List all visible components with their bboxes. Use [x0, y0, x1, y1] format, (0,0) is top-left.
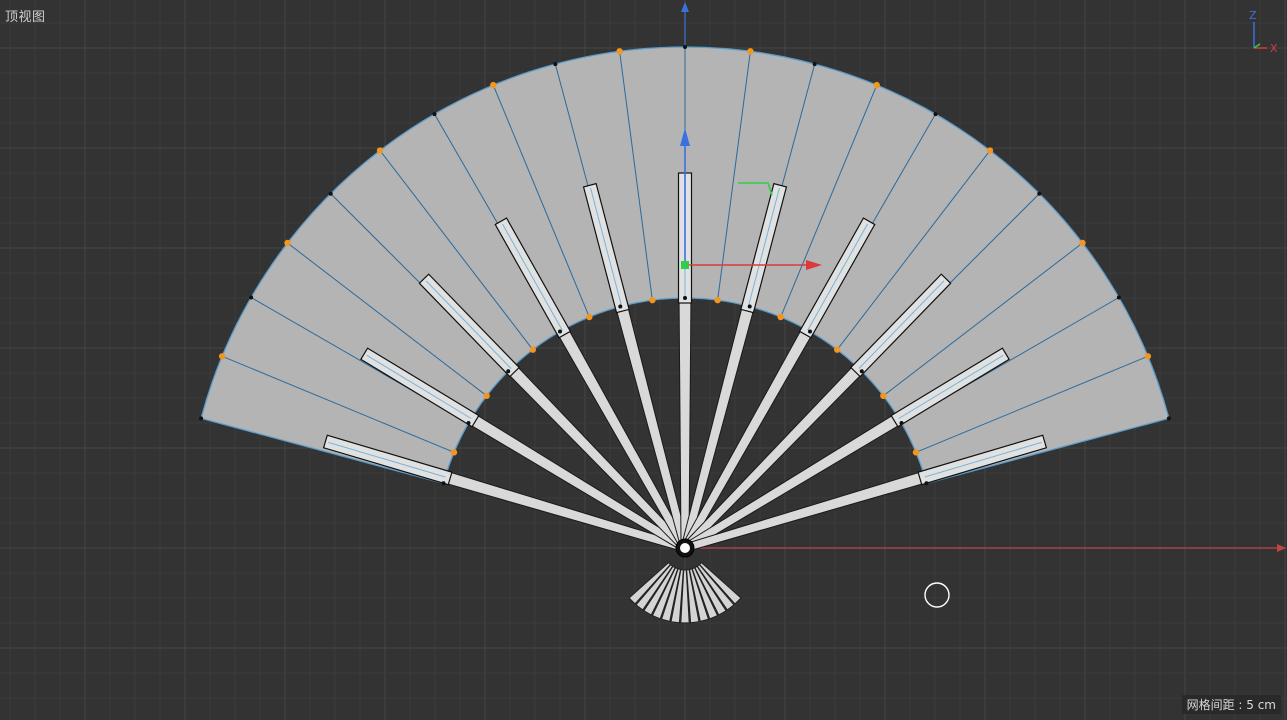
mesh-point: [558, 329, 562, 334]
mesh-point: [924, 481, 929, 486]
rib-stick: [678, 292, 692, 544]
mesh-point: [249, 295, 254, 300]
mesh-point: [618, 304, 623, 309]
mesh-point: [859, 369, 864, 374]
mesh-point: [529, 346, 537, 353]
mesh-point: [747, 48, 754, 55]
mesh-point: [880, 392, 887, 400]
mesh-point: [466, 421, 471, 425]
gizmo-z-label: Z: [1249, 9, 1257, 22]
world-z-axis-arrow: [681, 2, 689, 12]
mesh-point: [1116, 295, 1121, 300]
mesh-point: [490, 81, 497, 89]
grid-spacing-readout: 网格间距 : 5 cm: [1181, 695, 1281, 714]
mesh-point: [683, 296, 687, 300]
mesh-point: [808, 329, 812, 334]
mesh-point: [1144, 353, 1152, 360]
mouse-cursor-circle: [924, 582, 950, 608]
mesh-point: [1166, 416, 1171, 421]
manipulator-center: [681, 261, 689, 269]
top-viewport[interactable]: 顶视图 Z X 网格间距 : 5 cm: [0, 0, 1287, 720]
mesh-point: [616, 48, 623, 55]
mesh-point: [284, 239, 291, 247]
mesh-point: [506, 369, 511, 374]
mesh-point: [441, 481, 446, 486]
mesh-point: [1079, 239, 1086, 247]
mesh-point: [986, 147, 994, 154]
mesh-point: [812, 62, 817, 67]
mesh-point: [328, 191, 333, 196]
viewport-canvas[interactable]: [0, 0, 1287, 720]
mesh-point: [218, 353, 226, 360]
mesh-point: [483, 392, 490, 400]
mesh-point: [933, 112, 938, 117]
mesh-point: [450, 449, 458, 456]
mesh-point: [714, 296, 721, 304]
mesh-point: [873, 81, 880, 89]
view-label[interactable]: 顶视图: [5, 6, 46, 25]
mesh-point: [649, 296, 656, 304]
axis-gizmo: Z X: [1249, 9, 1278, 54]
mesh-point: [1037, 191, 1042, 196]
mesh-point: [553, 62, 558, 67]
mesh-point: [432, 112, 437, 117]
mesh-point: [586, 313, 593, 321]
mesh-point: [833, 346, 841, 353]
mesh-point: [376, 147, 384, 154]
mesh-point: [747, 304, 752, 309]
gizmo-x-label: X: [1270, 42, 1278, 54]
mesh-point: [199, 416, 204, 421]
mesh-point: [912, 449, 920, 456]
fan-pivot-center: [680, 543, 690, 553]
mesh-point: [899, 421, 904, 425]
mesh-point: [777, 313, 784, 321]
mesh-point: [683, 45, 687, 49]
